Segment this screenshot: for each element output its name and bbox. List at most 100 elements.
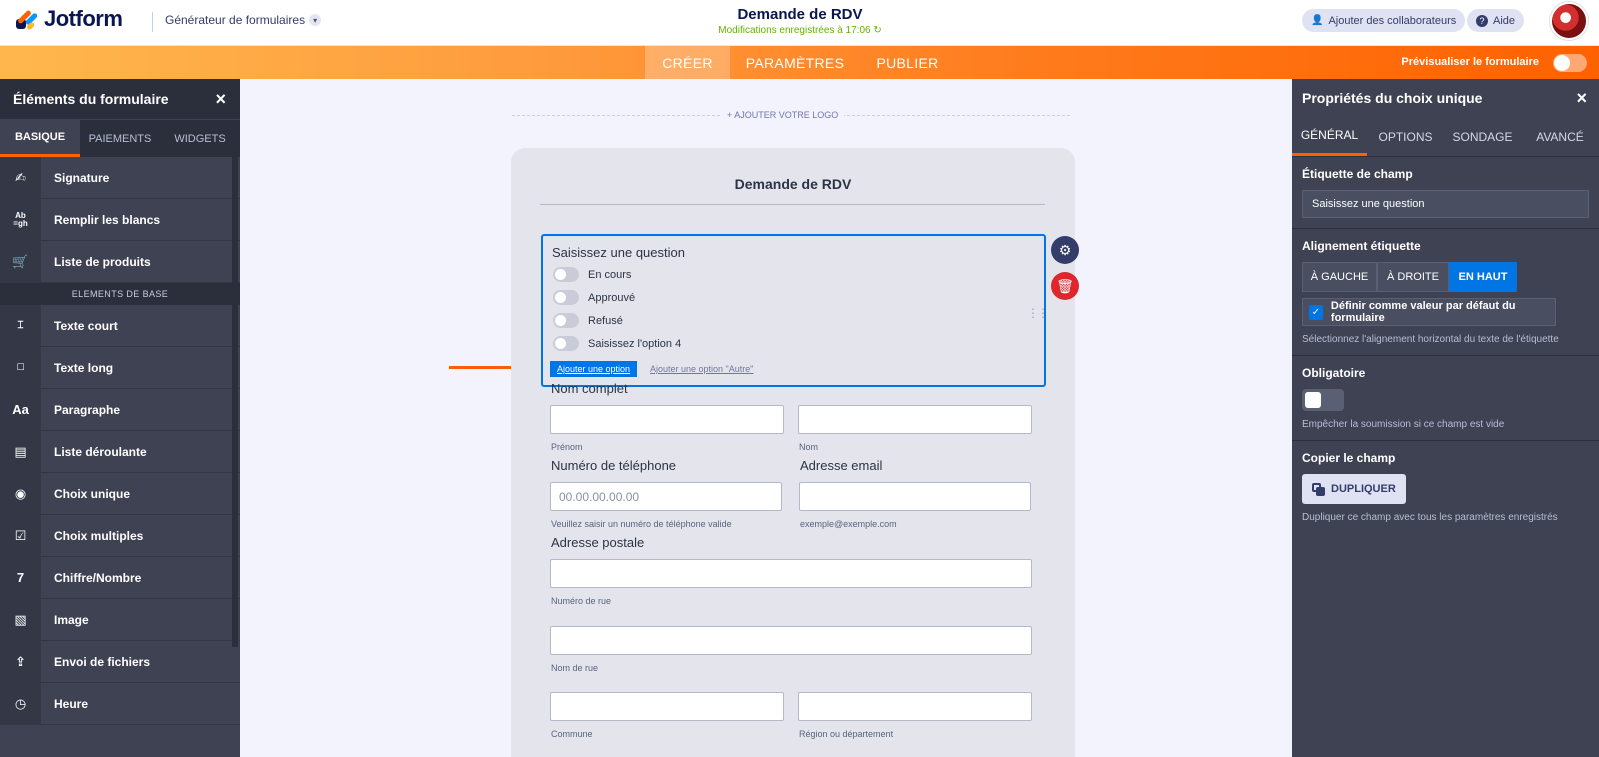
- align-top-button[interactable]: EN HAUT: [1449, 262, 1517, 292]
- street-number-input[interactable]: [550, 559, 1032, 588]
- form-title-block: Demande de RDV Modifications enregistrée…: [640, 6, 960, 36]
- properties-title: Propriétés du choix unique: [1302, 90, 1483, 106]
- help-label: Aide: [1493, 14, 1516, 27]
- add-collaborators-button[interactable]: 👤 Ajouter des collaborateurs: [1302, 9, 1466, 32]
- element-time[interactable]: ◷ Heure: [0, 682, 240, 725]
- paragraph-icon: Aa: [0, 388, 41, 431]
- user-icon: 👤: [1311, 15, 1324, 26]
- check-icon[interactable]: ✓: [1309, 304, 1323, 320]
- generator-dropdown[interactable]: Générateur de formulaires ▾: [165, 13, 322, 27]
- option-row[interactable]: Refusé: [553, 313, 623, 328]
- cart-icon: 🛒: [0, 240, 41, 283]
- default-value-checkbox-row[interactable]: ✓ Définir comme valeur par défaut du for…: [1302, 298, 1556, 326]
- signature-icon: ✍: [0, 156, 41, 199]
- option-row[interactable]: En cours: [553, 267, 631, 282]
- phone-sublabel: Veuillez saisir un numéro de téléphone v…: [551, 519, 732, 529]
- first-name-input[interactable]: [550, 405, 784, 434]
- tab-options[interactable]: OPTIONS: [1367, 117, 1444, 156]
- tab-parametres[interactable]: PARAMÈTRES: [740, 46, 850, 79]
- duplicate-help: Dupliquer ce champ avec tous les paramèt…: [1302, 512, 1558, 523]
- element-signature[interactable]: ✍ Signature: [0, 156, 240, 199]
- add-option-button[interactable]: Ajouter une option: [550, 361, 638, 377]
- last-name-input[interactable]: [798, 405, 1032, 434]
- element-long-text[interactable]: ☐ Texte long: [0, 346, 240, 389]
- chevron-down-icon: ▾: [309, 14, 322, 26]
- drag-handle-icon[interactable]: ⋮⋮: [1027, 306, 1049, 320]
- element-label: Remplir les blancs: [54, 212, 161, 227]
- alignment-help: Sélectionnez l'alignement horizontal du …: [1302, 334, 1559, 345]
- phone-input[interactable]: 00.00.00.00.00: [550, 482, 782, 511]
- element-product-list[interactable]: 🛒 Liste de produits: [0, 240, 240, 283]
- gear-icon[interactable]: ⚙: [1051, 236, 1079, 264]
- address-label: Adresse postale: [551, 535, 645, 550]
- default-value-label: Définir comme valeur par défaut du formu…: [1330, 300, 1516, 324]
- form-canvas: + AJOUTER VOTRE LOGO Demande de RDV Sais…: [240, 79, 1292, 757]
- form-heading[interactable]: Demande de RDV: [511, 176, 1075, 192]
- close-icon[interactable]: ×: [215, 90, 226, 108]
- element-fill-blanks[interactable]: Ab =gh Remplir les blancs: [0, 198, 240, 241]
- copy-section: Copier le champ DUPLIQUER Dupliquer ce c…: [1292, 441, 1599, 533]
- close-icon[interactable]: ×: [1576, 89, 1587, 107]
- required-help: Empêcher la soumission si ce champ est v…: [1302, 419, 1505, 430]
- required-title: Obligatoire: [1302, 366, 1366, 380]
- properties-panel: Propriétés du choix unique × GÉNÉRAL OPT…: [1292, 79, 1599, 757]
- help-button[interactable]: ? Aide: [1467, 9, 1525, 32]
- element-short-text[interactable]: ⌶ Texte court: [0, 304, 240, 347]
- option-toggle[interactable]: [553, 290, 579, 305]
- elements-scrollbar[interactable]: [232, 157, 238, 647]
- single-choice-field[interactable]: Saisissez une question En cours Approuvé…: [541, 234, 1049, 387]
- tab-basique[interactable]: BASIQUE: [0, 120, 80, 157]
- city-input[interactable]: [550, 692, 784, 721]
- short-text-icon: ⌶: [0, 304, 41, 347]
- full-name-label: Nom complet: [551, 381, 628, 396]
- element-label: Texte court: [54, 318, 118, 333]
- add-logo-link[interactable]: + AJOUTER VOTRE LOGO: [721, 110, 845, 120]
- element-label: Image: [54, 612, 89, 627]
- clock-icon: ◷: [0, 682, 41, 725]
- duplicate-button[interactable]: DUPLIQUER: [1302, 474, 1406, 504]
- element-image[interactable]: ▧ Image: [0, 598, 240, 641]
- tab-avance[interactable]: AVANCÉ: [1521, 117, 1599, 156]
- option-toggle[interactable]: [553, 313, 579, 328]
- required-toggle[interactable]: [1302, 389, 1344, 411]
- elements-list: ✍ Signature Ab =gh Remplir les blancs 🛒 L…: [0, 156, 240, 725]
- tab-sondage[interactable]: SONDAGE: [1444, 117, 1521, 156]
- element-label: Liste de produits: [54, 254, 151, 269]
- option-toggle[interactable]: [553, 336, 579, 351]
- email-input[interactable]: [799, 482, 1031, 511]
- align-right-button[interactable]: À DROITE: [1377, 262, 1449, 292]
- region-input[interactable]: [798, 692, 1032, 721]
- option-row[interactable]: Approuvé: [553, 290, 635, 305]
- help-icon: ?: [1476, 14, 1488, 27]
- element-multiple-choice[interactable]: ☑ Choix multiples: [0, 514, 240, 557]
- align-left-button[interactable]: À GAUCHE: [1302, 262, 1377, 292]
- field-label-input[interactable]: Saisissez une question: [1302, 190, 1589, 218]
- preview-toggle[interactable]: [1553, 54, 1587, 72]
- tab-general[interactable]: GÉNÉRAL: [1292, 117, 1367, 156]
- user-avatar[interactable]: [1550, 2, 1588, 40]
- street-name-input[interactable]: [550, 626, 1032, 655]
- tab-publier[interactable]: PUBLIER: [870, 46, 945, 79]
- radio-icon: ◉: [0, 472, 41, 515]
- element-dropdown[interactable]: ▤ Liste déroulante: [0, 430, 240, 473]
- alignment-segmented: À GAUCHE À DROITE EN HAUT: [1302, 262, 1589, 292]
- question-label[interactable]: Saisissez une question: [552, 245, 685, 260]
- add-other-option-link[interactable]: Ajouter une option "Autre": [650, 364, 753, 374]
- option-label: Approuvé: [588, 291, 636, 304]
- option-row[interactable]: Saisissez l'option 4: [553, 336, 681, 351]
- element-number[interactable]: 7 Chiffre/Nombre: [0, 556, 240, 599]
- tab-widgets[interactable]: WIDGETS: [160, 120, 240, 157]
- element-label: Chiffre/Nombre: [54, 570, 142, 585]
- element-single-choice[interactable]: ◉ Choix unique: [0, 472, 240, 515]
- tab-paiements[interactable]: PAIEMENTS: [80, 120, 160, 157]
- jotform-logo[interactable]: Jotform: [14, 6, 123, 32]
- form-title[interactable]: Demande de RDV: [640, 6, 960, 23]
- option-toggle[interactable]: [553, 267, 579, 282]
- fill-blanks-icon: Ab =gh: [0, 198, 41, 241]
- element-label: Choix unique: [54, 486, 130, 501]
- tab-creer[interactable]: CRÉER: [645, 46, 730, 79]
- element-file-upload[interactable]: ⇪ Envoi de fichiers: [0, 640, 240, 683]
- form-card: Demande de RDV Saisissez une question En…: [511, 148, 1079, 757]
- element-paragraph[interactable]: Aa Paragraphe: [0, 388, 240, 431]
- trash-icon[interactable]: 🗑: [1051, 272, 1079, 300]
